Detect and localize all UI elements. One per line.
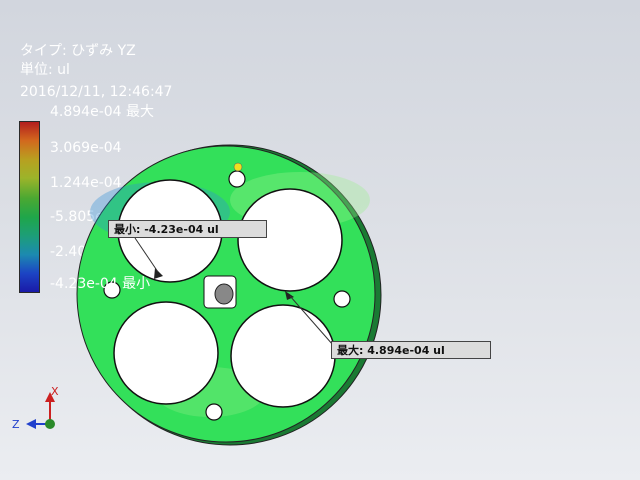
large-hole bbox=[230, 304, 336, 408]
min-value-callout[interactable]: 最小: -4.23e-04 ul bbox=[108, 220, 267, 238]
z-axis-label: Z bbox=[12, 418, 20, 431]
bolt-hole bbox=[205, 403, 223, 421]
max-value-callout[interactable]: 最大: 4.894e-04 ul bbox=[331, 341, 491, 359]
legend-min-label: -4.23e-04 最小 bbox=[50, 276, 151, 292]
origin-icon bbox=[45, 419, 55, 429]
model-viewport[interactable] bbox=[0, 0, 640, 480]
x-axis-label: X bbox=[51, 385, 59, 398]
hub-bore bbox=[214, 283, 234, 305]
bolt-hole bbox=[228, 170, 246, 188]
large-hole bbox=[113, 301, 219, 405]
bolt-hole bbox=[333, 290, 351, 308]
z-axis-arrow bbox=[26, 419, 36, 429]
large-hole bbox=[237, 188, 343, 292]
max-marker bbox=[233, 162, 243, 172]
